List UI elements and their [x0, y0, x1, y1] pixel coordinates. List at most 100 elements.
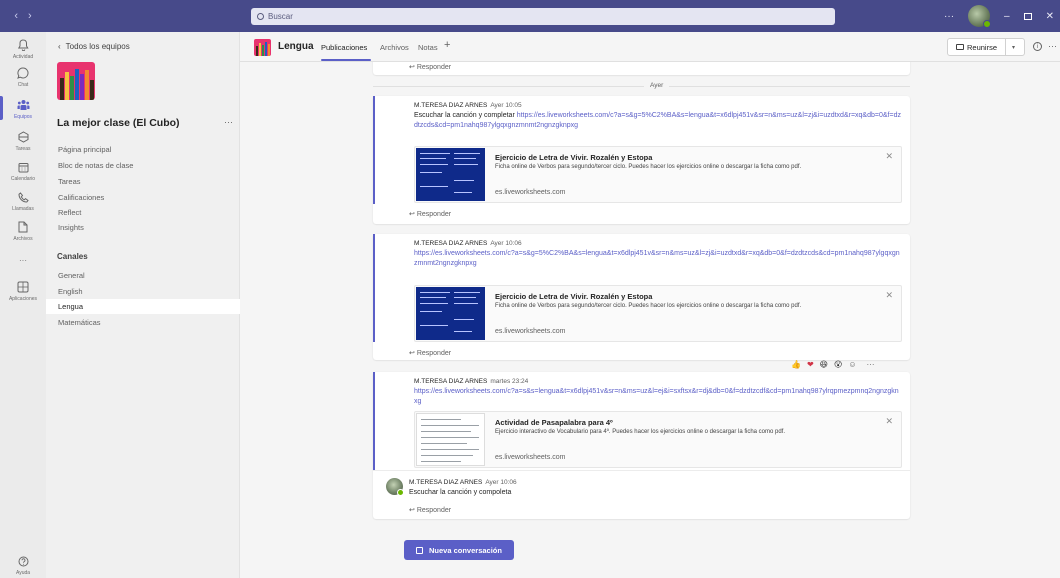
info-icon[interactable]: i — [1033, 42, 1042, 51]
rail-item-calls[interactable]: Llamadas — [0, 190, 46, 212]
channel-english[interactable]: English — [46, 284, 240, 299]
search-placeholder: Buscar — [268, 12, 293, 21]
post-time: martes 23:24 — [490, 378, 529, 385]
all-teams-label: Todos los equipos — [65, 42, 130, 51]
add-tab-button[interactable]: + — [444, 39, 450, 51]
author-name: M.TERESA DIAZ ARNES — [414, 378, 488, 385]
rail-item-files[interactable]: Archivos — [0, 220, 46, 242]
add-reaction-icon[interactable]: ☺ — [848, 360, 856, 369]
chevron-left-icon: ‹ — [58, 42, 61, 51]
active-tab-indicator — [321, 59, 371, 61]
channel-title: Lengua — [278, 41, 314, 52]
preview-title: Ejercicio de Letra de Vivir. Rozalén y E… — [495, 292, 653, 301]
all-teams-link[interactable]: ‹ Todos los equipos — [58, 42, 130, 51]
like-reaction[interactable]: 👍 — [791, 360, 801, 369]
user-avatar[interactable] — [968, 5, 992, 28]
back-arrow-icon[interactable]: ‹ — [14, 10, 18, 22]
rail-label: Calendario — [10, 176, 36, 182]
reply-arrow-icon: ↩ — [409, 211, 417, 218]
tab-grades[interactable]: Calificaciones — [58, 193, 104, 202]
search-input[interactable]: Buscar — [251, 8, 835, 25]
meet-button[interactable]: Reunirse ▾ — [947, 38, 1025, 56]
surprised-reaction[interactable]: 😮 — [834, 360, 842, 369]
close-icon[interactable]: ✕ — [885, 290, 893, 301]
channel-matematicas[interactable]: Matemáticas — [46, 315, 240, 330]
rail-label: Actividad — [12, 54, 34, 60]
post-card: M.TERESA DIAZ ARNES Ayer 10:05 Escuchar l… — [373, 96, 910, 224]
more-options-icon[interactable]: ··· — [944, 11, 954, 22]
post-accent-bar — [373, 234, 375, 342]
laugh-reaction[interactable]: 😆 — [820, 360, 828, 369]
close-button[interactable]: ✕ — [1046, 11, 1054, 22]
rail-item-calendar[interactable]: Calendario — [0, 160, 46, 182]
search-icon — [257, 13, 264, 20]
reply-link[interactable]: ↩ Responder — [409, 506, 451, 514]
post-time: Ayer 10:06 — [490, 240, 522, 247]
rail-item-activity[interactable]: Actividad — [0, 38, 46, 60]
reply-author-avatar[interactable] — [386, 478, 404, 496]
channel-general[interactable]: General — [46, 268, 240, 283]
tab-assignments[interactable]: Tareas — [58, 177, 81, 186]
reply-link[interactable]: ↩ Responder — [409, 210, 451, 218]
help-icon — [16, 554, 30, 568]
bell-icon — [16, 38, 30, 52]
rail-item-teams[interactable]: Equipos — [0, 98, 46, 120]
tab-publicaciones[interactable]: Publicaciones — [321, 43, 367, 52]
post-link[interactable]: https://es.liveworksheets.com/c?a=s&s=le… — [414, 388, 899, 405]
close-icon[interactable]: ✕ — [885, 416, 893, 427]
tab-notas[interactable]: Notas — [418, 43, 438, 52]
divider — [1005, 39, 1007, 55]
rail-label: Chat — [17, 82, 29, 88]
preview-thumbnail — [416, 148, 485, 201]
rail-item-assignments[interactable]: Tareas — [0, 130, 46, 152]
post-card: M.TERESA DIAZ ARNES Ayer 10:06 https://es… — [373, 234, 910, 360]
post-link[interactable]: https://es.liveworksheets.com/c?a=s&g=5%… — [414, 250, 900, 267]
more-options-icon[interactable]: ··· — [867, 360, 875, 369]
tab-class-notebook[interactable]: Bloc de notas de clase — [58, 161, 133, 170]
day-separator-line — [373, 86, 910, 87]
link-preview-card[interactable]: Ejercicio de Letra de Vivir. Rozalén y E… — [414, 146, 902, 203]
rail-item-apps[interactable]: Aplicaciones — [0, 280, 46, 302]
new-conversation-button[interactable]: Nueva conversación — [404, 540, 514, 560]
rail-label: Aplicaciones — [8, 296, 38, 302]
calendar-icon — [16, 160, 30, 174]
tab-reflect[interactable]: Reflect — [58, 208, 81, 217]
preview-description: Ejercicio interactivo de Vocabulario par… — [495, 429, 786, 435]
tab-home[interactable]: Página principal — [58, 145, 111, 154]
team-logo — [57, 62, 95, 100]
reply-link[interactable]: ↩ Responder — [409, 63, 451, 71]
video-camera-icon — [956, 44, 964, 50]
tab-insights[interactable]: Insights — [58, 223, 84, 232]
chevron-down-icon[interactable]: ▾ — [1012, 44, 1015, 51]
reply-arrow-icon: ↩ — [409, 350, 417, 357]
rail-item-chat[interactable]: Chat — [0, 66, 46, 88]
rail-item-help[interactable]: Ayuda — [0, 554, 46, 576]
new-conversation-label: Nueva conversación — [429, 545, 502, 555]
channel-lengua[interactable]: Lengua — [46, 299, 240, 314]
reply-arrow-icon: ↩ — [409, 64, 417, 71]
close-icon[interactable]: ✕ — [885, 151, 893, 162]
reply-label: Responder — [416, 507, 452, 514]
post-text: Escuchar la canción y completar — [414, 112, 517, 119]
more-options-icon[interactable]: ··· — [1048, 41, 1057, 51]
post-accent-bar — [373, 96, 375, 204]
rail-item-more[interactable]: ··· — [0, 256, 46, 265]
minimize-button[interactable]: – — [1004, 11, 1010, 22]
maximize-button[interactable] — [1023, 12, 1032, 20]
conversation-feed: ↩ Responder Ayer M.TERESA DIAZ ARNES Ayer… — [240, 62, 1060, 578]
forward-arrow-icon[interactable]: › — [28, 10, 32, 22]
reaction-bar: 👍 ❤ 😆 😮 ☺ ··· — [791, 356, 875, 372]
tab-archivos[interactable]: Archivos — [380, 43, 409, 52]
team-name: La mejor clase (El Cubo) — [57, 117, 180, 129]
team-more-icon[interactable]: ··· — [224, 117, 233, 127]
author-name: M.TERESA DIAZ ARNES — [409, 479, 483, 486]
preview-url: es.liveworksheets.com — [495, 328, 566, 335]
link-preview-card[interactable]: Ejercicio de Letra de Vivir. Rozalén y E… — [414, 285, 902, 342]
reply-label: Responder — [416, 350, 452, 357]
reply-arrow-icon: ↩ — [409, 507, 417, 514]
teams-icon — [16, 98, 30, 112]
link-preview-card[interactable]: Actividad de Pasapalabra para 4º Ejercic… — [414, 411, 902, 468]
reply-link[interactable]: ↩ Responder — [409, 349, 451, 357]
heart-reaction[interactable]: ❤ — [807, 360, 814, 369]
app-rail: Actividad Chat Equipos Tareas Calendario… — [0, 32, 46, 578]
